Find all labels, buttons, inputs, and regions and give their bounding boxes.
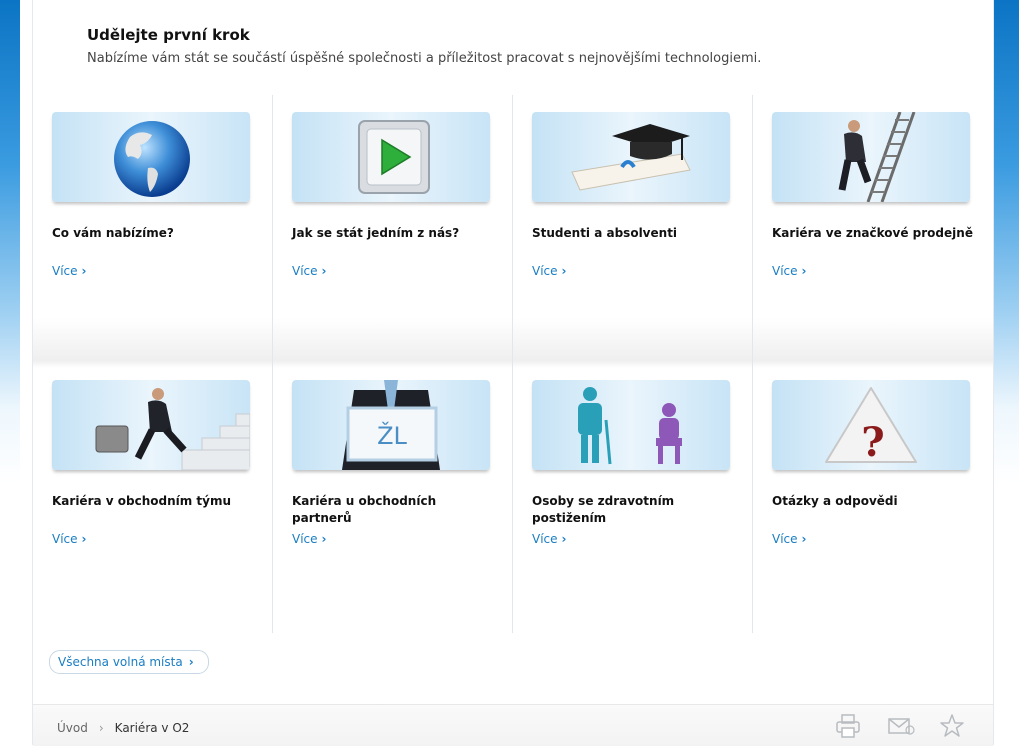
more-link[interactable]: Více › <box>532 264 566 278</box>
chevron-right-icon: › <box>321 532 327 546</box>
question-mark-text: ? <box>861 419 884 466</box>
print-icon[interactable] <box>835 713 861 739</box>
chevron-right-icon: › <box>561 264 567 278</box>
question-mark-image[interactable]: ? <box>772 380 970 470</box>
disabled-people-image[interactable] <box>532 380 730 470</box>
card-title: Jak se stát jedním z nás? <box>292 226 460 240</box>
chevron-right-icon: › <box>561 532 567 546</box>
page-title: Udělejte první krok <box>87 26 250 44</box>
chevron-right-icon: › <box>81 264 87 278</box>
chevron-right-icon: › <box>801 264 807 278</box>
businessman-stairs-image[interactable] <box>52 380 250 470</box>
card-title: Otázky a odpovědi <box>772 494 898 508</box>
card-title: Osoby se zdravotním postižením <box>532 494 675 525</box>
all-jobs-button[interactable]: Všechna volná místa › <box>49 650 209 674</box>
page-subtitle: Nabízíme vám stát se součástí úspěšné sp… <box>87 51 762 66</box>
column-divider <box>512 95 513 633</box>
more-link-label: Více <box>292 264 318 278</box>
row-divider-band <box>33 318 993 368</box>
column-divider <box>272 95 273 633</box>
chevron-right-icon: › <box>321 264 327 278</box>
card-title: Kariéra u obchodních partnerů <box>292 494 437 525</box>
left-decorative-band <box>0 0 20 745</box>
right-decorative-band <box>991 0 1019 745</box>
more-link[interactable]: Více › <box>52 264 86 278</box>
card-title: Kariéra v obchodním týmu <box>52 494 232 508</box>
more-link-label: Více <box>532 532 558 546</box>
more-link[interactable]: Více › <box>772 532 806 546</box>
more-link-label: Více <box>52 532 78 546</box>
chevron-right-icon: › <box>81 532 87 546</box>
more-link-label: Více <box>532 264 558 278</box>
all-jobs-button-label: Všechna volná místa <box>58 655 183 669</box>
ladder-man-image[interactable] <box>772 112 970 202</box>
favorite-star-icon[interactable] <box>939 713 965 739</box>
breadcrumb-separator: › <box>98 721 104 735</box>
graduation-cap-image[interactable] <box>532 112 730 202</box>
card-title: Studenti a absolventi <box>532 226 678 240</box>
more-link[interactable]: Více › <box>292 532 326 546</box>
card-title: Kariéra ve značkové prodejně <box>772 226 973 240</box>
sign-text: ŽL <box>377 421 407 450</box>
more-link[interactable]: Více › <box>52 532 86 546</box>
card-title: Co vám nabízíme? <box>52 226 174 240</box>
more-link-label: Více <box>52 264 78 278</box>
chevron-right-icon: › <box>188 655 194 669</box>
footer-bar: Úvod › Kariéra v O2 <box>33 704 993 746</box>
breadcrumb-current: Kariéra v O2 <box>114 721 190 735</box>
more-link[interactable]: Více › <box>532 532 566 546</box>
more-link-label: Více <box>772 264 798 278</box>
more-link-label: Více <box>772 532 798 546</box>
zl-sign-image[interactable]: ŽL <box>292 380 490 470</box>
column-divider <box>752 95 753 633</box>
main-panel: Udělejte první krok Nabízíme vám stát se… <box>32 0 994 746</box>
more-link[interactable]: Více › <box>772 264 806 278</box>
globe-image[interactable] <box>52 112 250 202</box>
more-link[interactable]: Více › <box>292 264 326 278</box>
more-link-label: Více <box>292 532 318 546</box>
email-icon[interactable] <box>887 713 915 739</box>
breadcrumb-home-link[interactable]: Úvod <box>57 721 88 735</box>
play-button-image[interactable] <box>292 112 490 202</box>
breadcrumb: Úvod › Kariéra v O2 <box>57 721 189 735</box>
chevron-right-icon: › <box>801 532 807 546</box>
